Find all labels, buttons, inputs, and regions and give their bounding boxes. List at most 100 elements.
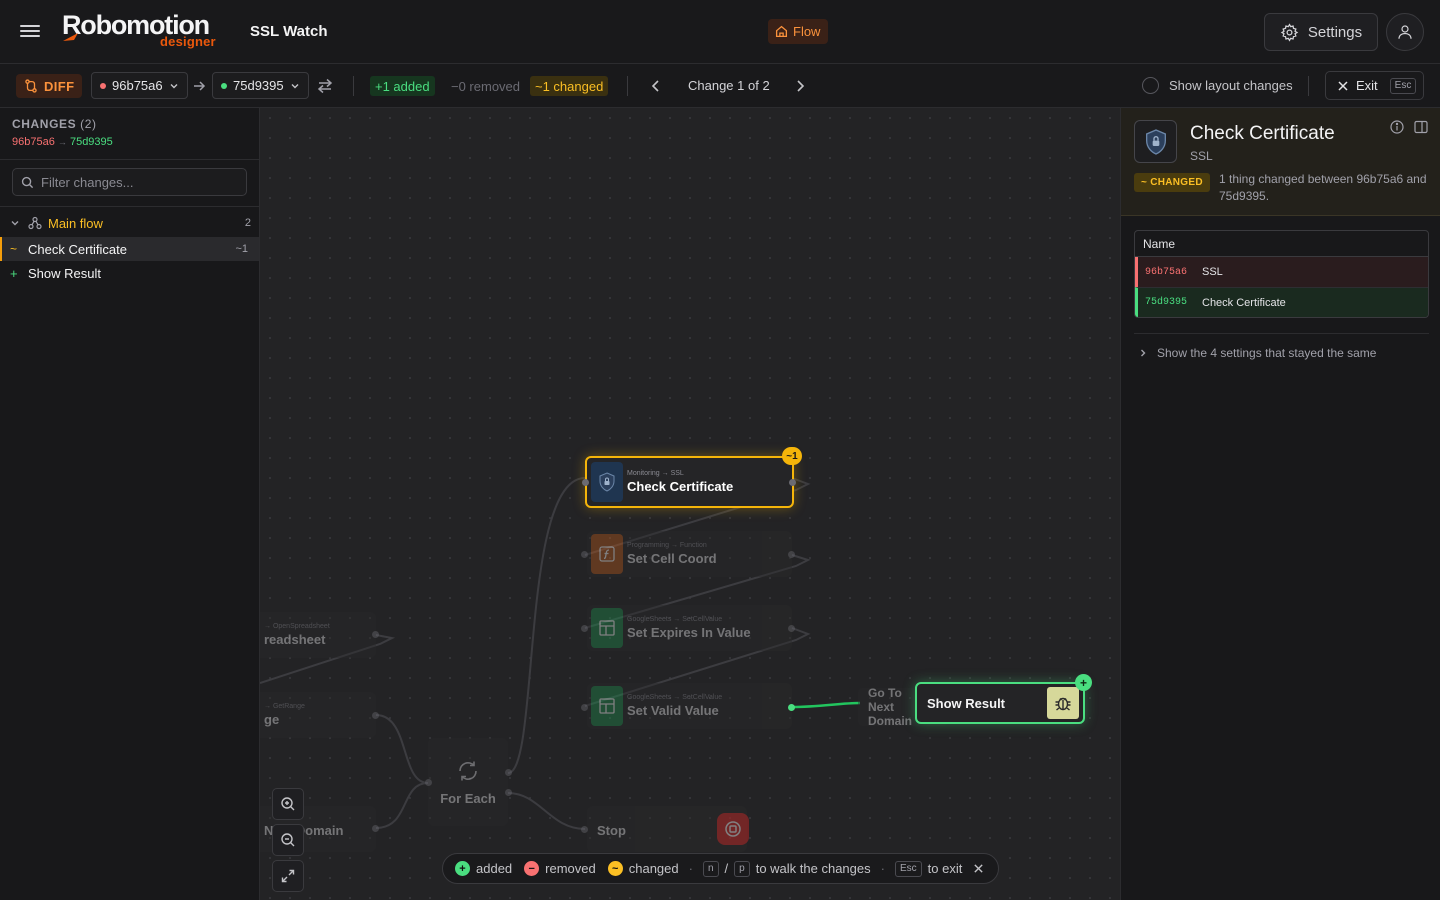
- node-port: [372, 712, 379, 719]
- node-port: [372, 631, 379, 638]
- to-revision-value: 75d9395: [233, 78, 284, 93]
- stop-icon: [725, 821, 741, 837]
- filter-changes-input[interactable]: Filter changes...: [12, 168, 247, 196]
- new-revision: 75d9395: [1145, 297, 1188, 308]
- chevron-down-icon: [170, 83, 178, 88]
- flow-graph-icon: [28, 216, 42, 230]
- layout-changes-toggle[interactable]: Show layout changes: [1142, 77, 1293, 94]
- legend-removed-label: removed: [545, 861, 596, 876]
- exit-diff-button[interactable]: Exit Esc: [1325, 71, 1424, 100]
- edge-getrange-foreach: [375, 714, 429, 784]
- node-for-each[interactable]: For Each: [428, 738, 508, 826]
- unchanged-settings-label: Show the 4 settings that stayed the same: [1157, 346, 1377, 360]
- expand-icon: [281, 869, 295, 883]
- node-check-certificate[interactable]: Monitoring → SSL Check Certificate ~1: [585, 447, 802, 508]
- node-icon-box: [591, 686, 623, 726]
- function-icon: [599, 546, 615, 562]
- toggle-panel-icon[interactable]: [1414, 120, 1428, 134]
- arrow-right-icon: [194, 81, 206, 91]
- shield-lock-icon: [599, 472, 615, 492]
- change-item-count: ~1: [235, 243, 248, 255]
- node-port: [788, 625, 795, 632]
- swap-revisions-icon[interactable]: [316, 77, 334, 95]
- from-revision-select[interactable]: 96b75a6: [91, 72, 188, 99]
- change-item-check-certificate[interactable]: ~ Check Certificate ~1: [0, 237, 259, 261]
- change-item-show-result[interactable]: + Show Result: [0, 261, 259, 285]
- previous-change-icon[interactable]: [648, 78, 664, 94]
- change-counter: Change 1 of 2: [688, 78, 770, 93]
- esc-key-hint: Esc: [1389, 77, 1417, 94]
- loop-icon: [459, 761, 477, 780]
- diff-legend: + added − removed ~ changed · n / p to w…: [442, 853, 999, 884]
- hamburger-menu-icon[interactable]: [20, 22, 40, 42]
- node-port: [505, 769, 512, 776]
- filter-placeholder: Filter changes...: [41, 174, 134, 190]
- from-revision-value: 96b75a6: [112, 78, 163, 93]
- removed-count: −0 removed: [451, 78, 521, 94]
- diff-label: DIFF: [44, 78, 75, 94]
- node-name: Show Result: [927, 695, 1006, 711]
- app-logo[interactable]: Robomotion designer: [62, 10, 216, 49]
- node-crumb: GoogleSheets → SetCellValue: [627, 694, 723, 701]
- node-name: Set Valid Value: [627, 703, 719, 718]
- flow-canvas[interactable]: → OpenSpreadsheet readsheet → GetRange g…: [260, 108, 1120, 900]
- node-port: [581, 704, 588, 711]
- node-set-valid-value[interactable]: GoogleSheets → SetCellValue Set Valid Va…: [587, 683, 792, 729]
- user-profile-button[interactable]: [1386, 13, 1424, 51]
- node-crumb: Monitoring → SSL: [627, 470, 684, 477]
- node-port: [788, 551, 795, 558]
- inspector-node-icon: [1134, 120, 1177, 163]
- flow-chip[interactable]: Flow: [768, 19, 829, 44]
- node-port: [581, 551, 588, 558]
- zoom-out-button[interactable]: [272, 824, 304, 856]
- divider: [353, 76, 354, 96]
- layout-changes-checkbox[interactable]: [1142, 77, 1159, 94]
- settings-label: Settings: [1307, 23, 1363, 41]
- changed-legend-icon: ~: [607, 861, 623, 876]
- spreadsheet-icon: [599, 620, 615, 636]
- zoom-in-button[interactable]: [272, 788, 304, 820]
- node-name: readsheet: [264, 632, 326, 647]
- search-icon: [21, 176, 34, 188]
- top-bar: Robomotion designer SSL Watch Flow Setti…: [0, 0, 1440, 64]
- tree-group-count: 2: [244, 217, 251, 229]
- settings-button[interactable]: Settings: [1264, 13, 1378, 51]
- node-name: Set Cell Coord: [627, 551, 717, 566]
- old-revision: 96b75a6: [1145, 266, 1188, 278]
- node-get-range[interactable]: → GetRange ge: [260, 692, 376, 738]
- fit-view-button[interactable]: [272, 860, 304, 892]
- node-set-cell-coord[interactable]: Programming → Function Set Cell Coord: [587, 531, 792, 577]
- inspector-description: 1 thing changed between 96b75a6 and 75d9…: [1219, 172, 1427, 203]
- node-port: [581, 826, 588, 833]
- legend-separator: ·: [880, 861, 885, 876]
- info-icon[interactable]: [1390, 120, 1404, 134]
- show-unchanged-settings-toggle[interactable]: Show the 4 settings that stayed the same: [1138, 346, 1376, 360]
- node-open-spreadsheet[interactable]: → OpenSpreadsheet readsheet: [260, 612, 376, 658]
- zoom-in-icon: [281, 797, 295, 811]
- changes-count: (2): [80, 117, 97, 131]
- divider: [627, 76, 628, 96]
- changed-status-badge: ~ CHANGED: [1134, 173, 1210, 192]
- added-legend-icon: +: [455, 861, 470, 876]
- git-compare-icon: [25, 79, 37, 93]
- chevron-down-icon: [291, 83, 299, 88]
- close-legend-icon[interactable]: [973, 863, 984, 874]
- node-crumb: → OpenSpreadsheet: [264, 623, 330, 630]
- node-set-expires-in-value[interactable]: GoogleSheets → SetCellValue Set Expires …: [587, 605, 792, 651]
- legend-exit-label: to exit: [927, 861, 963, 876]
- chevron-down-icon: [11, 221, 19, 226]
- close-icon: [1338, 80, 1348, 91]
- new-value: Check Certificate: [1202, 296, 1286, 309]
- zoom-out-icon: [281, 833, 295, 847]
- node-icon-box: [591, 534, 623, 574]
- changes-revision-range: 96b75a6 → 75d9395: [12, 136, 113, 148]
- tree-group-main-flow[interactable]: Main flow 2: [0, 212, 260, 234]
- to-revision-select[interactable]: 75d9395: [212, 72, 309, 99]
- node-show-result[interactable]: Show Result +: [915, 674, 1092, 724]
- change-table: Name 96b75a6 SSL 75d9395 Check Certifica…: [1134, 230, 1429, 318]
- divider: [0, 159, 260, 160]
- next-change-icon[interactable]: [792, 78, 808, 94]
- change-row-old: 96b75a6 SSL: [1135, 257, 1428, 287]
- divider: [1134, 333, 1429, 334]
- layout-changes-label: Show layout changes: [1169, 78, 1293, 93]
